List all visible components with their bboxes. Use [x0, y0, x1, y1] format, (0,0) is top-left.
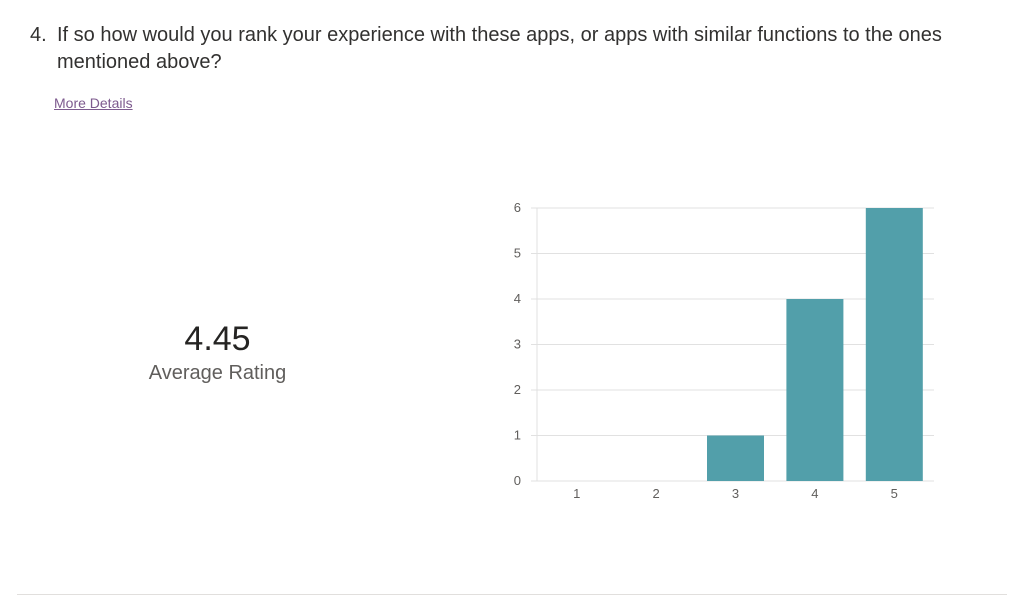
rating-bar-chart: 0 1 2 3 4 5 6 1 2 3 4 5	[514, 200, 934, 501]
question-title: 4. If so how would you rank your experie…	[30, 22, 990, 76]
y-tick-label: 1	[514, 428, 521, 443]
y-tick-label: 2	[514, 382, 521, 397]
bar-rating-5	[865, 208, 923, 481]
y-tick-label: 6	[514, 200, 521, 215]
average-rating-value: 4.45	[184, 320, 251, 358]
average-rating-label: Average Rating	[148, 362, 287, 384]
y-tick-label: 0	[514, 473, 521, 488]
y-tick-label: 5	[514, 246, 521, 261]
question-text: If so how would you rank your experience…	[57, 24, 942, 73]
y-tick-label: 4	[514, 291, 521, 306]
x-tick-label: 3	[732, 486, 739, 501]
y-tick-label: 3	[514, 337, 521, 352]
x-tick-label: 1	[573, 486, 580, 501]
question-number: 4.	[30, 24, 47, 46]
bar-rating-3	[707, 435, 764, 481]
x-tick-label: 4	[811, 486, 818, 501]
x-tick-label: 5	[891, 486, 898, 501]
more-details-link[interactable]: More Details	[54, 95, 133, 111]
bottom-divider	[17, 594, 1007, 595]
bar-rating-4	[786, 299, 844, 481]
x-tick-label: 2	[652, 486, 659, 501]
average-rating-summary: 4.45 Average Rating	[110, 318, 325, 386]
